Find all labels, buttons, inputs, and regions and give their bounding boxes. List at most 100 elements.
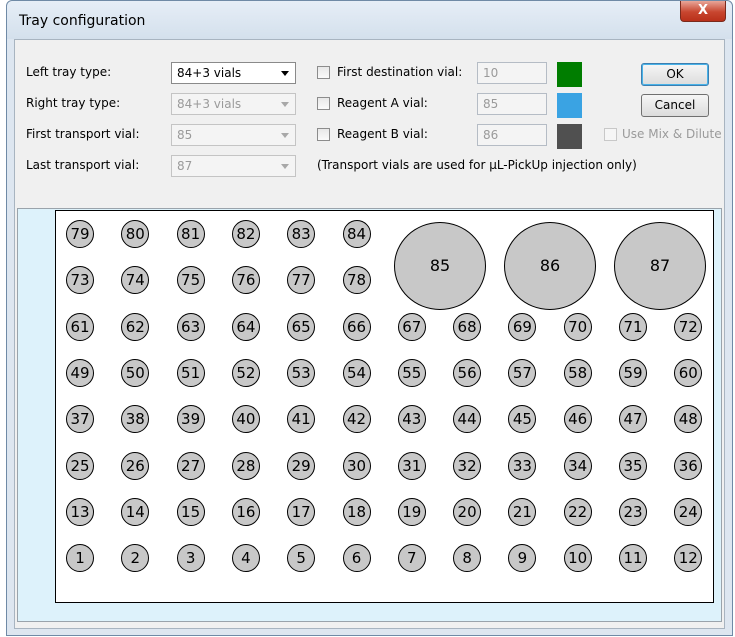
vial-70[interactable]: 70 (563, 312, 592, 341)
vial-61[interactable]: 61 (66, 312, 94, 341)
vial-32[interactable]: 32 (453, 451, 482, 480)
vial-15[interactable]: 15 (176, 497, 205, 526)
vial-18[interactable]: 18 (342, 497, 371, 526)
vial-62[interactable]: 62 (121, 312, 150, 341)
title-bar[interactable]: Tray configuration X (7, 1, 732, 39)
vial-6[interactable]: 6 (342, 544, 371, 573)
first-destination-vial-checkbox[interactable] (317, 66, 330, 79)
vial-55[interactable]: 55 (397, 358, 426, 387)
vial-49[interactable]: 49 (66, 358, 94, 387)
vial-22[interactable]: 22 (563, 497, 592, 526)
reagent-a-color-swatch[interactable] (557, 93, 582, 118)
vial-69[interactable]: 69 (508, 312, 537, 341)
vial-78[interactable]: 78 (342, 266, 371, 295)
vial-14[interactable]: 14 (121, 497, 150, 526)
first-destination-color-swatch[interactable] (557, 62, 582, 87)
reagent-a-vial-checkbox[interactable] (317, 97, 330, 110)
vial-38[interactable]: 38 (121, 405, 150, 434)
vial-44[interactable]: 44 (453, 405, 482, 434)
vial-67[interactable]: 67 (397, 312, 426, 341)
vial-63[interactable]: 63 (176, 312, 205, 341)
vial-41[interactable]: 41 (287, 405, 316, 434)
vial-28[interactable]: 28 (231, 451, 260, 480)
vial-60[interactable]: 60 (674, 358, 703, 387)
vial-21[interactable]: 21 (508, 497, 537, 526)
vial-13[interactable]: 13 (66, 497, 94, 526)
vial-68[interactable]: 68 (453, 312, 482, 341)
vial-72[interactable]: 72 (674, 312, 703, 341)
vial-65[interactable]: 65 (287, 312, 316, 341)
vial-64[interactable]: 64 (231, 312, 260, 341)
cancel-button[interactable]: Cancel (641, 94, 709, 117)
vial-77[interactable]: 77 (287, 266, 316, 295)
vial-31[interactable]: 31 (397, 451, 426, 480)
vial-42[interactable]: 42 (342, 405, 371, 434)
last-transport-vial-select[interactable]: 87 (171, 155, 296, 177)
first-destination-vial-field[interactable]: 10 (477, 62, 547, 84)
vial-48[interactable]: 48 (674, 405, 703, 434)
vial-84[interactable]: 84 (342, 220, 371, 248)
vial-51[interactable]: 51 (176, 358, 205, 387)
vial-50[interactable]: 50 (121, 358, 150, 387)
vial-20[interactable]: 20 (453, 497, 482, 526)
vial-87[interactable]: 87 (614, 222, 706, 310)
vial-33[interactable]: 33 (508, 451, 537, 480)
vial-37[interactable]: 37 (66, 405, 94, 434)
vial-75[interactable]: 75 (176, 266, 205, 295)
vial-66[interactable]: 66 (342, 312, 371, 341)
vial-17[interactable]: 17 (287, 497, 316, 526)
vial-1[interactable]: 1 (66, 544, 94, 573)
vial-86[interactable]: 86 (504, 222, 596, 310)
use-mix-dilute-checkbox[interactable] (604, 128, 617, 141)
vial-76[interactable]: 76 (231, 266, 260, 295)
reagent-b-vial-checkbox[interactable] (317, 128, 330, 141)
vial-40[interactable]: 40 (231, 405, 260, 434)
vial-23[interactable]: 23 (619, 497, 647, 526)
left-tray-type-select[interactable]: 84+3 vials (171, 62, 296, 84)
vial-52[interactable]: 52 (231, 358, 260, 387)
vial-8[interactable]: 8 (453, 544, 482, 573)
vial-36[interactable]: 36 (674, 451, 703, 480)
vial-35[interactable]: 35 (619, 451, 647, 480)
close-button[interactable]: X (680, 1, 726, 22)
vial-80[interactable]: 80 (121, 220, 150, 248)
vial-74[interactable]: 74 (121, 266, 150, 295)
vial-83[interactable]: 83 (287, 220, 316, 248)
vial-79[interactable]: 79 (66, 220, 94, 248)
vial-39[interactable]: 39 (176, 405, 205, 434)
vial-59[interactable]: 59 (619, 358, 647, 387)
vial-9[interactable]: 9 (508, 544, 537, 573)
vial-53[interactable]: 53 (287, 358, 316, 387)
first-transport-vial-select[interactable]: 85 (171, 124, 296, 146)
right-tray-type-select[interactable]: 84+3 vials (171, 93, 296, 115)
vial-4[interactable]: 4 (231, 544, 260, 573)
vial-11[interactable]: 11 (619, 544, 647, 573)
vial-24[interactable]: 24 (674, 497, 703, 526)
vial-58[interactable]: 58 (563, 358, 592, 387)
vial-85[interactable]: 85 (394, 222, 486, 310)
vial-10[interactable]: 10 (563, 544, 592, 573)
vial-2[interactable]: 2 (121, 544, 150, 573)
ok-button[interactable]: OK (641, 63, 709, 86)
reagent-b-vial-field[interactable]: 86 (477, 124, 547, 146)
reagent-a-vial-field[interactable]: 85 (477, 93, 547, 115)
vial-82[interactable]: 82 (231, 220, 260, 248)
vial-81[interactable]: 81 (176, 220, 205, 248)
vial-12[interactable]: 12 (674, 544, 703, 573)
vial-30[interactable]: 30 (342, 451, 371, 480)
reagent-b-color-swatch[interactable] (557, 124, 582, 149)
vial-54[interactable]: 54 (342, 358, 371, 387)
vial-25[interactable]: 25 (66, 451, 94, 480)
vial-26[interactable]: 26 (121, 451, 150, 480)
vial-45[interactable]: 45 (508, 405, 537, 434)
vial-71[interactable]: 71 (619, 312, 647, 341)
vial-43[interactable]: 43 (397, 405, 426, 434)
vial-57[interactable]: 57 (508, 358, 537, 387)
vial-7[interactable]: 7 (397, 544, 426, 573)
vial-19[interactable]: 19 (397, 497, 426, 526)
vial-29[interactable]: 29 (287, 451, 316, 480)
vial-47[interactable]: 47 (619, 405, 647, 434)
vial-3[interactable]: 3 (176, 544, 205, 573)
vial-73[interactable]: 73 (66, 266, 94, 295)
vial-46[interactable]: 46 (563, 405, 592, 434)
